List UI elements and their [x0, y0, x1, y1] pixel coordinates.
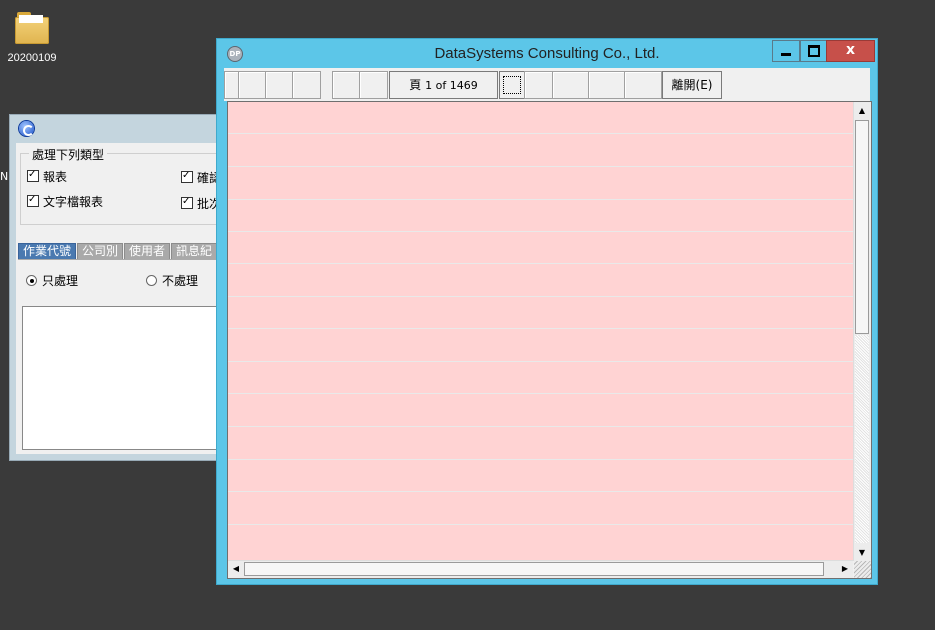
checkbox-checked-icon — [27, 193, 39, 207]
toolbar-button-3[interactable] — [265, 71, 294, 99]
tab-company[interactable]: 公司別 — [77, 243, 124, 260]
report-row — [228, 362, 853, 394]
report-row — [228, 167, 853, 200]
report-viewer-window[interactable]: DP DataSystems Consulting Co., Ltd. x 頁 … — [216, 38, 878, 585]
dialog-tabs: 作業代號 公司別 使用者 訊息紀 — [18, 243, 224, 260]
type-groupbox: 處理下列類型 報表 文字檔報表 確認 批次 — [20, 146, 224, 225]
checkbox-label: 文字檔報表 — [43, 195, 104, 209]
checkbox-confirm[interactable]: 確認 — [181, 169, 221, 186]
resize-grip-icon[interactable] — [854, 561, 871, 578]
background-dialog[interactable]: 處理下列類型 報表 文字檔報表 確認 批次 作業代號公司別使用者訊息紀 只處理 … — [9, 114, 225, 461]
scroll-right-arrow-icon[interactable]: ▶ — [837, 561, 853, 577]
dialog-client: 處理下列類型 報表 文字檔報表 確認 批次 作業代號公司別使用者訊息紀 只處理 … — [16, 143, 224, 454]
horizontal-scroll-thumb[interactable] — [244, 562, 824, 576]
exit-button[interactable]: 離開(E) — [662, 71, 722, 99]
report-row — [228, 329, 853, 362]
toolbar-button-10[interactable] — [624, 71, 662, 99]
job-code-listbox[interactable] — [22, 306, 224, 450]
dialog-titlebar[interactable] — [10, 115, 224, 143]
report-row — [228, 427, 853, 460]
maximize-button[interactable] — [800, 40, 827, 62]
scroll-up-arrow-icon[interactable]: ▲ — [854, 103, 870, 119]
page-prefix: 頁 — [409, 78, 422, 92]
report-row — [228, 394, 853, 427]
radio-label: 不處理 — [162, 274, 199, 288]
groupbox-title: 處理下列類型 — [29, 146, 108, 163]
toolbar-button-9[interactable] — [588, 71, 626, 99]
horizontal-scrollbar[interactable]: ◀ ▶ — [228, 560, 853, 578]
report-row — [228, 492, 853, 525]
report-row — [228, 232, 853, 264]
report-row — [228, 134, 853, 167]
toolbar-focused-button[interactable] — [499, 71, 525, 99]
scroll-down-arrow-icon[interactable]: ▼ — [854, 545, 870, 561]
checkbox-checked-icon — [181, 169, 193, 183]
report-row — [228, 460, 853, 492]
partial-desktop-text: N — [0, 170, 9, 183]
vertical-scrollbar[interactable]: ▲ ▼ — [853, 102, 871, 561]
toolbar-button-4[interactable] — [292, 71, 321, 99]
report-page[interactable] — [228, 102, 853, 561]
page-number-text: 1 of 1469 — [425, 79, 478, 92]
report-toolbar: 頁 1 of 1469 離開(E) — [224, 68, 870, 101]
vertical-scroll-track[interactable] — [855, 335, 869, 543]
tab-message-log[interactable]: 訊息紀 — [171, 243, 218, 260]
radio-unselected-icon — [146, 275, 157, 286]
checkbox-checked-icon — [181, 195, 193, 209]
radio-selected-icon — [26, 275, 37, 286]
report-preview-area: ▲ ▼ ◀ ▶ — [227, 101, 872, 579]
report-row — [228, 200, 853, 232]
toolbar-button-2[interactable] — [238, 71, 267, 99]
vertical-scroll-thumb[interactable] — [855, 120, 869, 334]
toolbar-button-5[interactable] — [332, 71, 361, 99]
report-row — [228, 297, 853, 329]
report-row — [228, 525, 853, 561]
scroll-left-arrow-icon[interactable]: ◀ — [228, 561, 244, 577]
radio-label: 只處理 — [42, 274, 79, 288]
checkbox-checked-icon — [27, 168, 39, 182]
tab-panel: 只處理 不處理 — [18, 259, 224, 454]
report-row — [228, 102, 853, 134]
checkbox-batch[interactable]: 批次 — [181, 195, 221, 212]
checkbox-report[interactable]: 報表 — [27, 168, 67, 185]
folder-icon — [15, 12, 49, 44]
desktop-folder-icon[interactable]: 20200109 — [2, 12, 62, 64]
checkbox-label: 報表 — [43, 170, 68, 184]
radio-not-process[interactable]: 不處理 — [146, 272, 198, 289]
close-button[interactable]: x — [826, 40, 875, 62]
tab-user[interactable]: 使用者 — [124, 243, 171, 260]
radio-only-process[interactable]: 只處理 — [26, 272, 78, 289]
tab-job-code[interactable]: 作業代號 — [18, 243, 77, 260]
report-row — [228, 264, 853, 297]
minimize-button[interactable] — [772, 40, 800, 62]
toolbar-button-6[interactable] — [359, 71, 388, 99]
page-indicator: 頁 1 of 1469 — [389, 71, 498, 99]
refresh-app-icon — [19, 121, 34, 136]
checkbox-text-report[interactable]: 文字檔報表 — [27, 193, 103, 210]
toolbar-button-7[interactable] — [524, 71, 554, 99]
toolbar-button-8[interactable] — [552, 71, 590, 99]
folder-label: 20200109 — [7, 52, 57, 64]
